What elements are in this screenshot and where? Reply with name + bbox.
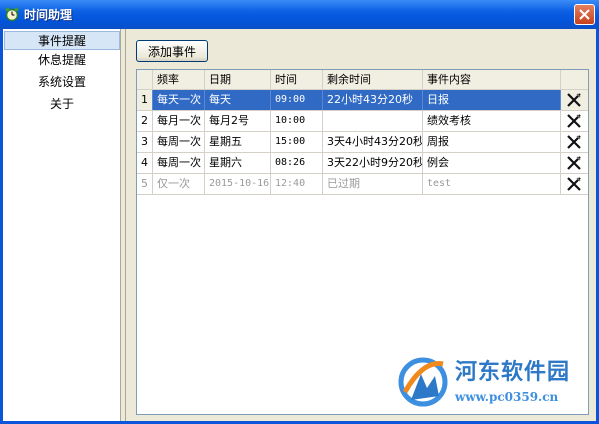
row-frequency: 每天一次 — [153, 90, 205, 110]
row-frequency: 每周一次 — [153, 132, 205, 152]
column-header-index — [137, 70, 153, 90]
watermark-url: www.pc0359.cn — [455, 390, 559, 404]
delete-icon[interactable] — [566, 113, 582, 129]
table-row[interactable]: 5 仅一次 2015-10-16 12:40 已过期 test — [137, 174, 588, 195]
app-window: 时间助理 事件提醒 休息提醒 系统设置 关于 添加事件 频率 日期 时间 剩余时… — [0, 0, 599, 424]
column-header-time[interactable]: 时间 — [271, 70, 323, 90]
column-header-content[interactable]: 事件内容 — [423, 70, 561, 90]
row-frequency: 每周一次 — [153, 153, 205, 173]
column-header-date[interactable]: 日期 — [205, 70, 271, 90]
table-row[interactable]: 4 每周一次 星期六 08:26 3天22小时9分20秒 例会 — [137, 153, 588, 174]
row-index: 4 — [137, 153, 153, 173]
row-frequency: 仅一次 — [153, 174, 205, 194]
close-icon — [579, 9, 590, 20]
row-remaining: 3天4小时43分20秒 — [323, 132, 423, 152]
add-event-button[interactable]: 添加事件 — [136, 40, 208, 62]
row-index: 5 — [137, 174, 153, 194]
row-delete-cell — [561, 90, 588, 110]
row-remaining: 已过期 — [323, 174, 423, 194]
row-delete-cell — [561, 111, 588, 131]
row-content: 绩效考核 — [423, 111, 561, 131]
row-content: 周报 — [423, 132, 561, 152]
row-delete-cell — [561, 132, 588, 152]
sidebar-item-about[interactable]: 关于 — [4, 95, 120, 114]
column-header-remaining[interactable]: 剩余时间 — [323, 70, 423, 90]
title-bar[interactable]: 时间助理 — [0, 0, 599, 29]
row-content: test — [423, 174, 561, 194]
row-index: 3 — [137, 132, 153, 152]
watermark-logo-icon — [398, 357, 448, 407]
row-content: 例会 — [423, 153, 561, 173]
watermark-site-name: 河东软件园 — [455, 359, 571, 385]
delete-icon[interactable] — [566, 92, 582, 108]
row-date: 每天 — [205, 90, 271, 110]
row-date: 每月2号 — [205, 111, 271, 131]
row-delete-cell — [561, 174, 588, 194]
row-time: 15:00 — [271, 132, 323, 152]
alarm-clock-icon — [5, 7, 19, 22]
column-header-frequency[interactable]: 频率 — [153, 70, 205, 90]
watermark: 河东软件园 www.pc0359.cn — [395, 346, 595, 416]
delete-icon[interactable] — [566, 176, 582, 192]
table-header: 频率 日期 时间 剩余时间 事件内容 — [137, 70, 588, 90]
delete-icon[interactable] — [566, 134, 582, 150]
row-remaining — [323, 111, 423, 131]
row-time: 12:40 — [271, 174, 323, 194]
table-row[interactable]: 2 每月一次 每月2号 10:00 绩效考核 — [137, 111, 588, 132]
delete-icon[interactable] — [566, 155, 582, 171]
sidebar: 事件提醒 休息提醒 系统设置 关于 — [3, 29, 121, 421]
row-index: 1 — [137, 90, 153, 110]
row-date: 星期六 — [205, 153, 271, 173]
row-remaining: 3天22小时9分20秒 — [323, 153, 423, 173]
table-row[interactable]: 3 每周一次 星期五 15:00 3天4小时43分20秒 周报 — [137, 132, 588, 153]
row-content: 日报 — [423, 90, 561, 110]
table-row[interactable]: 1 每天一次 每天 09:00 22小时43分20秒 日报 — [137, 90, 588, 111]
column-header-delete — [561, 70, 588, 90]
window-title: 时间助理 — [24, 8, 73, 22]
sidebar-item-event-reminder[interactable]: 事件提醒 — [4, 31, 120, 50]
row-time: 08:26 — [271, 153, 323, 173]
row-date: 星期五 — [205, 132, 271, 152]
close-button[interactable] — [574, 4, 595, 25]
row-index: 2 — [137, 111, 153, 131]
row-delete-cell — [561, 153, 588, 173]
row-time: 10:00 — [271, 111, 323, 131]
row-frequency: 每月一次 — [153, 111, 205, 131]
row-remaining: 22小时43分20秒 — [323, 90, 423, 110]
row-date: 2015-10-16 — [205, 174, 271, 194]
row-time: 09:00 — [271, 90, 323, 110]
sidebar-item-system-settings[interactable]: 系统设置 — [4, 73, 120, 92]
sidebar-item-rest-reminder[interactable]: 休息提醒 — [4, 51, 120, 70]
